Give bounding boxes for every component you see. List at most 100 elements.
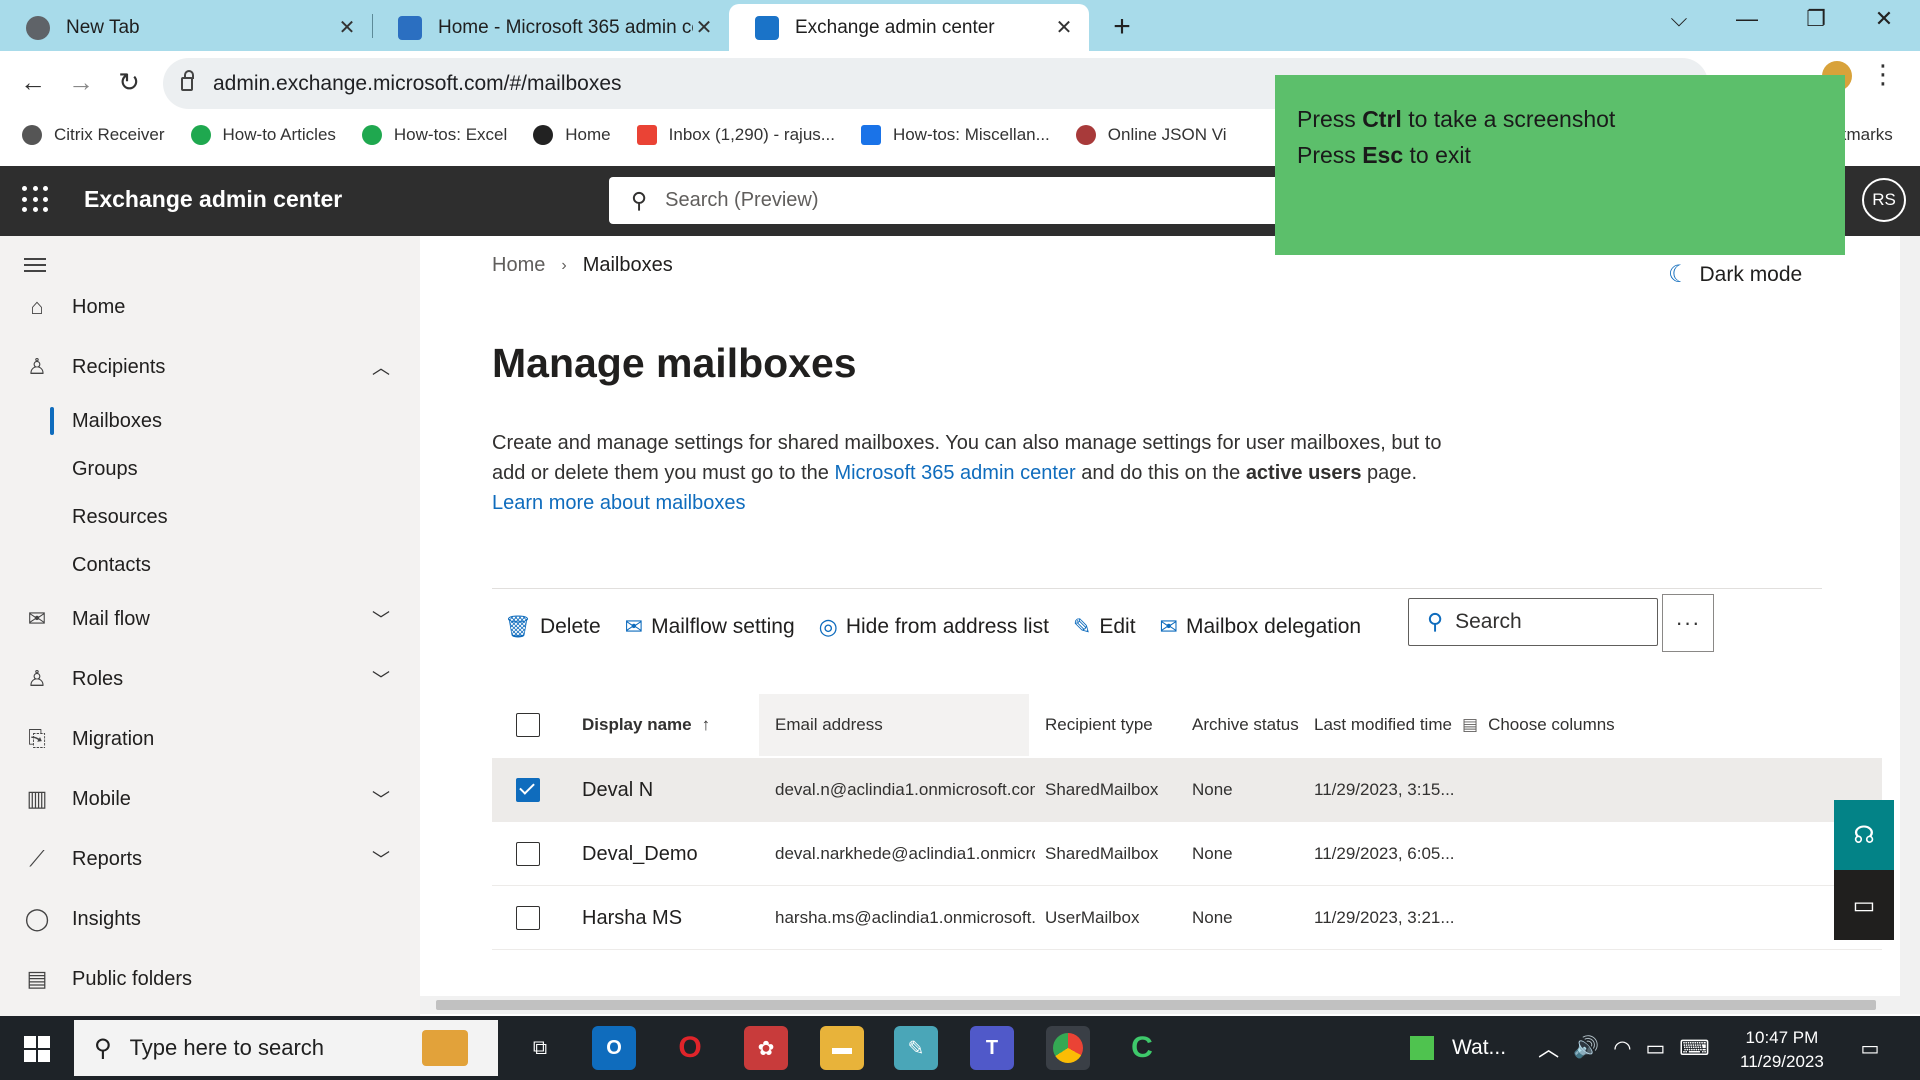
nav-label: Resources — [72, 505, 168, 528]
column-archive-status[interactable]: Archive status — [1192, 694, 1322, 756]
column-email-address[interactable]: Email address — [759, 694, 1029, 756]
wifi-icon[interactable]: ◠ — [1613, 1036, 1631, 1061]
browser-menu-icon[interactable]: ⋮ — [1866, 59, 1900, 90]
row-display-name[interactable]: Harsha MS — [582, 886, 752, 950]
weather-text[interactable]: Wat... — [1452, 1036, 1506, 1060]
opera-icon[interactable]: O — [668, 1026, 712, 1070]
choose-columns-button[interactable]: ▤ Choose columns — [1462, 694, 1642, 756]
battery-icon[interactable]: ▭ — [1646, 1036, 1666, 1061]
migration-icon: ⎘ — [28, 726, 46, 751]
close-icon[interactable]: ✕ — [693, 15, 715, 40]
keyboard-icon[interactable]: ⌨ — [1679, 1036, 1709, 1061]
user-avatar[interactable]: RS — [1862, 178, 1906, 222]
tab-search-chevron-icon[interactable]: ⌵ — [1664, 6, 1694, 32]
window-close-button[interactable]: ✕ — [1869, 6, 1899, 32]
exchange-icon — [755, 15, 779, 40]
row-checkbox[interactable] — [516, 906, 540, 930]
howto-taskbar-icon[interactable]: C — [1120, 1026, 1164, 1070]
column-recipient-type[interactable]: Recipient type — [1045, 694, 1195, 756]
restore-button[interactable]: ❐ — [1801, 6, 1831, 32]
bookmark-howtos-misc[interactable]: How-tos: Miscellan... — [860, 125, 1050, 145]
table-row[interactable]: Harsha MS harsha.ms@aclindia1.onmicrosof… — [492, 886, 1882, 950]
app-launcher-icon[interactable] — [22, 186, 50, 214]
bookmark-citrix[interactable]: Citrix Receiver — [22, 125, 165, 145]
taskbar-clock[interactable]: 10:47 PM 11/29/2023 — [1740, 1026, 1824, 1074]
app-title[interactable]: Exchange admin center — [84, 186, 342, 213]
reload-button[interactable]: ↻ — [112, 67, 146, 98]
table-row[interactable]: Deval N deval.n@aclindia1.onmicrosoft.co… — [492, 758, 1882, 822]
mailbox-delegation-button[interactable]: ✉ Mailbox delegation — [1160, 614, 1362, 640]
all-bookmarks-label[interactable]: kmarks — [1838, 125, 1893, 145]
hide-from-address-list-button[interactable]: ◎ Hide from address list — [819, 614, 1049, 640]
row-email: deval.narkhede@aclindia1.onmicrosoft. — [775, 844, 1035, 863]
vertical-scrollbar[interactable] — [1900, 236, 1920, 1014]
table-search-input[interactable]: ⚲ Search — [1408, 598, 1658, 646]
nav-item-mobile[interactable]: ▥ Mobile ﹀ — [0, 777, 420, 821]
nav-item-home[interactable]: ⌂ Home — [0, 285, 420, 329]
chevron-down-icon: ﹀ — [372, 790, 390, 810]
table-row[interactable]: Deval_Demo deval.narkhede@aclindia1.onmi… — [492, 822, 1882, 886]
nav-item-mailboxes[interactable]: Mailboxes — [0, 399, 420, 443]
learn-more-link[interactable]: Learn more about mailboxes — [492, 492, 745, 514]
dark-mode-toggle[interactable]: ☾ Dark mode — [1668, 260, 1802, 289]
bookmark-online-json[interactable]: Online JSON Vi — [1075, 125, 1227, 145]
scrollbar-thumb[interactable] — [436, 1000, 1876, 1010]
nav-item-roles[interactable]: ♙ Roles ﹀ — [0, 657, 420, 701]
windows-start-icon[interactable] — [24, 1036, 50, 1062]
mailflow-setting-button[interactable]: ✉ Mailflow setting — [625, 614, 795, 640]
taskbar-search-input[interactable]: ⚲ Type here to search — [74, 1020, 498, 1076]
close-icon[interactable]: ✕ — [336, 15, 358, 40]
tab-m365-admin[interactable]: Home - Microsoft 365 admin center ✕ — [372, 4, 729, 51]
notepad-icon[interactable]: ✎ — [894, 1026, 938, 1070]
header-search-input[interactable]: ⚲ Search (Preview) — [609, 177, 1309, 224]
horizontal-scrollbar[interactable] — [420, 996, 1900, 1014]
column-display-name[interactable]: Display name ↑ — [582, 694, 752, 756]
tab-exchange-admin[interactable]: Exchange admin center ✕ — [729, 4, 1089, 51]
hamburger-icon[interactable] — [24, 258, 46, 276]
nav-item-mail-flow[interactable]: ✉ Mail flow ﹀ — [0, 597, 420, 641]
paint-icon[interactable]: ✿ — [744, 1026, 788, 1070]
help-support-button[interactable]: ☊ — [1834, 800, 1894, 870]
close-icon[interactable]: ✕ — [1053, 15, 1075, 40]
teams-icon[interactable]: T — [970, 1026, 1014, 1070]
nav-item-recipients[interactable]: ♙ Recipients ︿ — [0, 345, 420, 389]
m365-admin-center-link[interactable]: Microsoft 365 admin center — [834, 462, 1075, 484]
select-all-checkbox[interactable] — [516, 713, 540, 737]
nav-item-insights[interactable]: ◯ Insights — [0, 897, 420, 941]
nav-item-reports[interactable]: ⟋ Reports ﹀ — [0, 837, 420, 881]
row-checkbox[interactable] — [516, 778, 540, 802]
forward-button[interactable]: → — [64, 67, 98, 98]
nav-item-contacts[interactable]: Contacts — [0, 543, 420, 587]
nav-item-resources[interactable]: Resources — [0, 495, 420, 539]
column-label: Recipient type — [1045, 715, 1153, 734]
back-button[interactable]: ← — [16, 67, 50, 98]
bookmark-home[interactable]: Home — [533, 125, 611, 145]
outlook-icon[interactable]: O — [592, 1026, 636, 1070]
bookmark-inbox[interactable]: Inbox (1,290) - rajus... — [636, 125, 835, 145]
column-last-modified[interactable]: Last modified time — [1314, 694, 1464, 756]
chevron-up-icon[interactable]: ︿ — [1538, 1033, 1559, 1063]
notifications-icon[interactable]: ▭ — [1848, 1026, 1892, 1070]
row-checkbox[interactable] — [516, 842, 540, 866]
nav-item-public-folders[interactable]: ▤ Public folders — [0, 957, 420, 1001]
chrome-taskbar-icon[interactable] — [1046, 1026, 1090, 1070]
edit-button[interactable]: ✎ Edit — [1073, 614, 1136, 640]
nav-item-groups[interactable]: Groups — [0, 447, 420, 491]
nav-item-migration[interactable]: ⎘ Migration — [0, 717, 420, 761]
row-display-name[interactable]: Deval N — [582, 758, 752, 822]
tab-new-tab[interactable]: New Tab ✕ — [0, 4, 372, 51]
feedback-button[interactable]: ▭ — [1834, 870, 1894, 940]
bookmark-howto-articles[interactable]: How-to Articles — [190, 125, 336, 145]
nav-label: Contacts — [72, 553, 151, 576]
bookmark-howtos-excel[interactable]: How-tos: Excel — [361, 125, 507, 145]
volume-icon[interactable]: 🔊 — [1573, 1036, 1599, 1060]
row-display-name[interactable]: Deval_Demo — [582, 822, 752, 886]
task-view-icon[interactable]: ⧉ — [518, 1026, 562, 1070]
delete-button[interactable]: 🗑 Delete — [504, 614, 601, 640]
more-options-button[interactable]: ··· — [1662, 594, 1714, 652]
file-explorer-icon[interactable]: ▬ — [820, 1026, 864, 1070]
breadcrumb-home[interactable]: Home — [492, 254, 545, 277]
new-tab-button[interactable]: + — [1108, 10, 1136, 44]
minimize-button[interactable]: — — [1732, 6, 1762, 32]
headset-icon: ☊ — [1853, 821, 1875, 849]
